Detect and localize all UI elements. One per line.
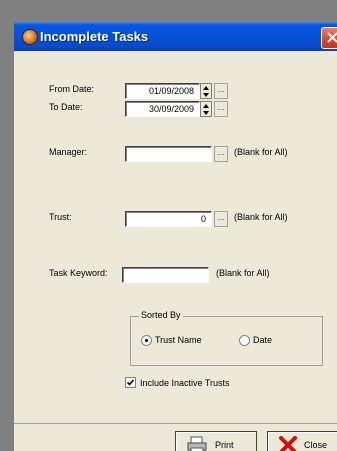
include-inactive-label[interactable]: Include Inactive Trusts [140,378,230,388]
task-keyword-label: Task Keyword: [49,268,108,278]
spin-down-icon[interactable] [203,93,209,97]
spin-down-icon[interactable] [203,111,209,115]
trust-hint: (Blank for All) [234,212,288,222]
manager-label: Manager: [49,147,88,157]
printer-icon [187,436,207,451]
from-date-browse-button[interactable]: ... [214,83,228,99]
include-inactive-checkbox[interactable] [125,377,136,388]
sorted-by-title: Sorted By [139,310,183,320]
spin-up-icon[interactable] [203,86,209,90]
from-date-spinner[interactable] [200,83,212,99]
trust-label: Trust: [49,212,72,222]
from-date-label: From Date: [49,84,95,94]
sort-trust-name-label[interactable]: Trust Name [155,335,202,345]
sort-date-label[interactable]: Date [253,335,272,345]
sort-trust-name-radio[interactable] [141,335,152,346]
close-label: Close [304,440,328,450]
sort-date-radio[interactable] [239,335,250,346]
close-x-icon [279,436,297,451]
sorted-by-group: Sorted By Trust Name Date [130,310,323,366]
to-date-label: To Date: [49,102,83,112]
to-date-value: 30/09/2009 [148,104,194,114]
to-date-browse-button[interactable]: ... [214,101,228,117]
check-icon [126,379,135,386]
task-keyword-field[interactable] [122,267,209,283]
divider [14,423,337,424]
app-icon [22,29,38,45]
to-date-spinner[interactable] [200,101,212,117]
from-date-value: 01/09/2008 [148,86,194,96]
window-title: Incomplete Tasks [40,29,149,44]
print-button[interactable]: Print [175,431,257,451]
trust-value: 0 [200,214,206,224]
close-icon [327,32,337,43]
manager-field[interactable] [125,146,212,162]
title-bar[interactable]: Incomplete Tasks [14,22,337,51]
print-label: Print [215,440,234,450]
window-close-button[interactable] [321,27,337,49]
from-date-field[interactable]: 01/09/2008 [125,83,200,99]
manager-browse-button[interactable]: ... [214,146,228,162]
spin-up-icon[interactable] [203,104,209,108]
close-button[interactable]: Close [267,431,337,451]
dialog-window: Incomplete Tasks From Date: 01/09/2008 .… [14,22,337,451]
to-date-field[interactable]: 30/09/2009 [125,101,200,117]
manager-hint: (Blank for All) [234,147,288,157]
task-keyword-hint: (Blank for All) [216,268,270,278]
trust-field[interactable]: 0 [125,211,212,227]
trust-browse-button[interactable]: ... [214,211,228,227]
